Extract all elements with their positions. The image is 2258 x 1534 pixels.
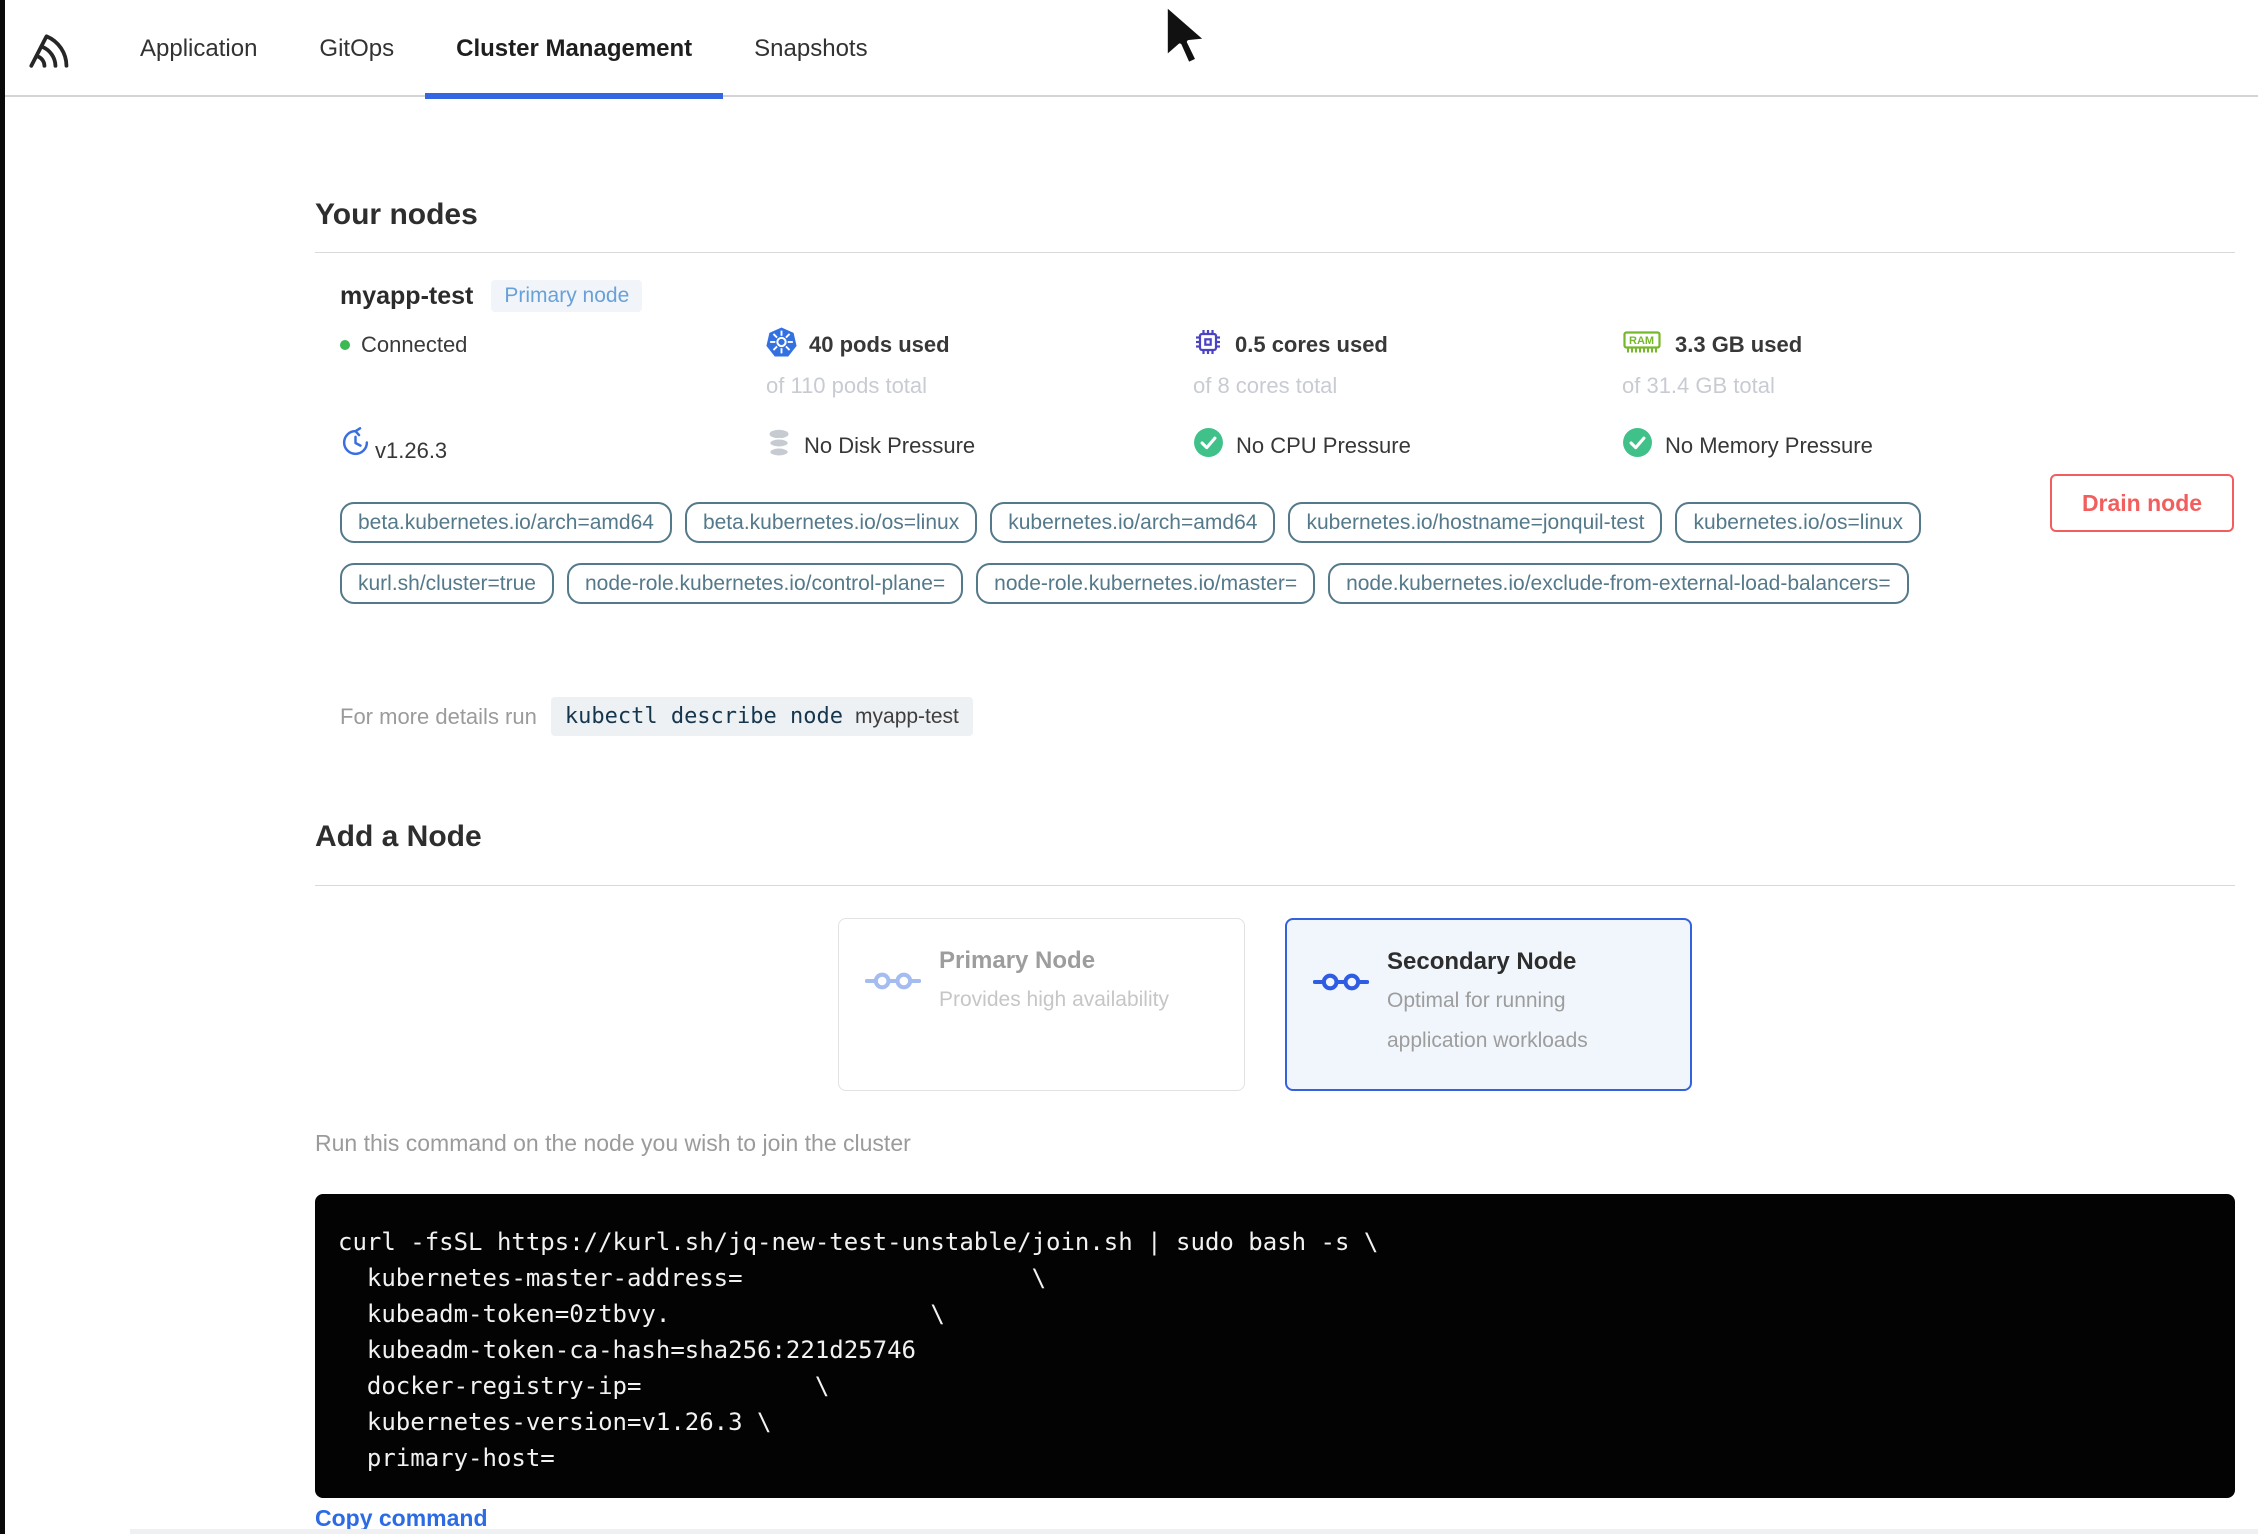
node-name: myapp-test: [340, 281, 474, 310]
primary-node-badge: Primary node: [491, 280, 643, 312]
your-nodes-title: Your nodes: [315, 198, 478, 231]
command-line: curl -fsSL https://kurl.sh/jq-new-test-u…: [338, 1228, 1379, 1256]
cpu-icon: [1193, 327, 1223, 363]
tab-cluster-management[interactable]: Cluster Management: [425, 0, 724, 99]
command-line: kubeadm-token=0ztbvy. \: [338, 1300, 945, 1328]
nav-tabs: Application GitOps Cluster Management Sn…: [109, 0, 899, 99]
node-label-tag: node-role.kubernetes.io/control-plane=: [567, 563, 964, 604]
node-label-tag: kubernetes.io/os=linux: [1675, 502, 1921, 543]
drain-node-button[interactable]: Drain node: [2050, 474, 2234, 532]
node-label-tag: kurl.sh/cluster=true: [340, 563, 554, 604]
node-labels: beta.kubernetes.io/arch=amd64 beta.kuber…: [340, 502, 2020, 604]
check-icon: [1193, 427, 1224, 464]
node-label-tag: kubernetes.io/arch=amd64: [990, 502, 1276, 543]
ram-icon: RAM: [1622, 327, 1663, 363]
node-label-tag: node.kubernetes.io/exclude-from-external…: [1328, 563, 1909, 604]
primary-node-option-title: Primary Node: [939, 947, 1096, 974]
nodes-icon: [1312, 970, 1370, 1061]
primary-node-option[interactable]: Primary Node Provides high availability: [838, 918, 1245, 1091]
primary-node-option-description: Provides high availability: [939, 988, 1169, 1011]
command-line: kubeadm-token-ca-hash=sha256:221d25746: [338, 1336, 916, 1364]
mouse-cursor-icon: [1157, 2, 1213, 73]
add-node-divider: [315, 885, 2235, 886]
version-refresh-icon: [340, 427, 371, 464]
node-label-tag: beta.kubernetes.io/arch=amd64: [340, 502, 672, 543]
window-bottom-edge: [130, 1529, 2258, 1534]
top-nav: Application GitOps Cluster Management Sn…: [5, 0, 2258, 99]
tab-gitops[interactable]: GitOps: [288, 0, 425, 97]
copy-command-link[interactable]: Copy command: [315, 1505, 488, 1532]
node-type-options: Primary Node Provides high availability …: [838, 918, 1692, 1091]
kurl-logo-icon: [25, 26, 69, 75]
node-label-tag: kubernetes.io/hostname=jonquil-test: [1288, 502, 1663, 543]
secondary-node-option-description: Optimal for running application workload…: [1387, 989, 1588, 1052]
disk-pressure-condition: No Disk Pressure: [766, 428, 1193, 464]
memory-pressure-condition: No Memory Pressure: [1622, 427, 2030, 464]
tab-snapshots[interactable]: Snapshots: [723, 0, 898, 97]
secondary-node-option[interactable]: Secondary Node Optimal for running appli…: [1285, 918, 1692, 1091]
node-label-tag: node-role.kubernetes.io/master=: [976, 563, 1316, 604]
kubernetes-icon: [766, 327, 797, 364]
cpu-pressure-condition: No CPU Pressure: [1193, 427, 1622, 464]
command-line: kubernetes-version=v1.26.3 \: [338, 1408, 772, 1436]
nodes-icon: [864, 969, 922, 1062]
window-left-edge: [0, 0, 5, 1534]
command-line: docker-registry-ip= \: [338, 1372, 830, 1400]
memory-stat: RAM 3.3 GB used of 31.4 GB total: [1622, 330, 2030, 399]
node-label-tag: beta.kubernetes.io/os=linux: [684, 502, 978, 543]
pods-stat: 40 pods used of 110 pods total: [766, 327, 1193, 399]
join-instruction: Run this command on the node you wish to…: [315, 1130, 911, 1156]
tab-application[interactable]: Application: [109, 0, 288, 97]
secondary-node-option-title: Secondary Node: [1387, 948, 1577, 975]
check-icon: [1622, 427, 1653, 464]
node-version: v1.26.3: [340, 427, 766, 464]
node-summary: myapp-test Primary node Connected 40 pod…: [340, 278, 2030, 464]
add-node-title: Add a Node: [315, 820, 482, 853]
join-command-terminal: curl -fsSL https://kurl.sh/jq-new-test-u…: [315, 1194, 2235, 1498]
cores-stat: 0.5 cores used of 8 cores total: [1193, 330, 1622, 399]
node-details-hint: For more details run kubectl describe no…: [340, 697, 973, 736]
disk-icon: [766, 428, 792, 464]
svg-text:RAM: RAM: [1629, 335, 1654, 347]
your-nodes-divider: [315, 252, 2235, 253]
command-line: primary-host=: [338, 1444, 555, 1472]
connected-dot-icon: [340, 340, 350, 350]
node-status: Connected: [340, 330, 766, 360]
kubectl-command-chip: kubectl describe node myapp-test: [550, 697, 973, 736]
command-line: kubernetes-master-address= \: [338, 1264, 1047, 1292]
